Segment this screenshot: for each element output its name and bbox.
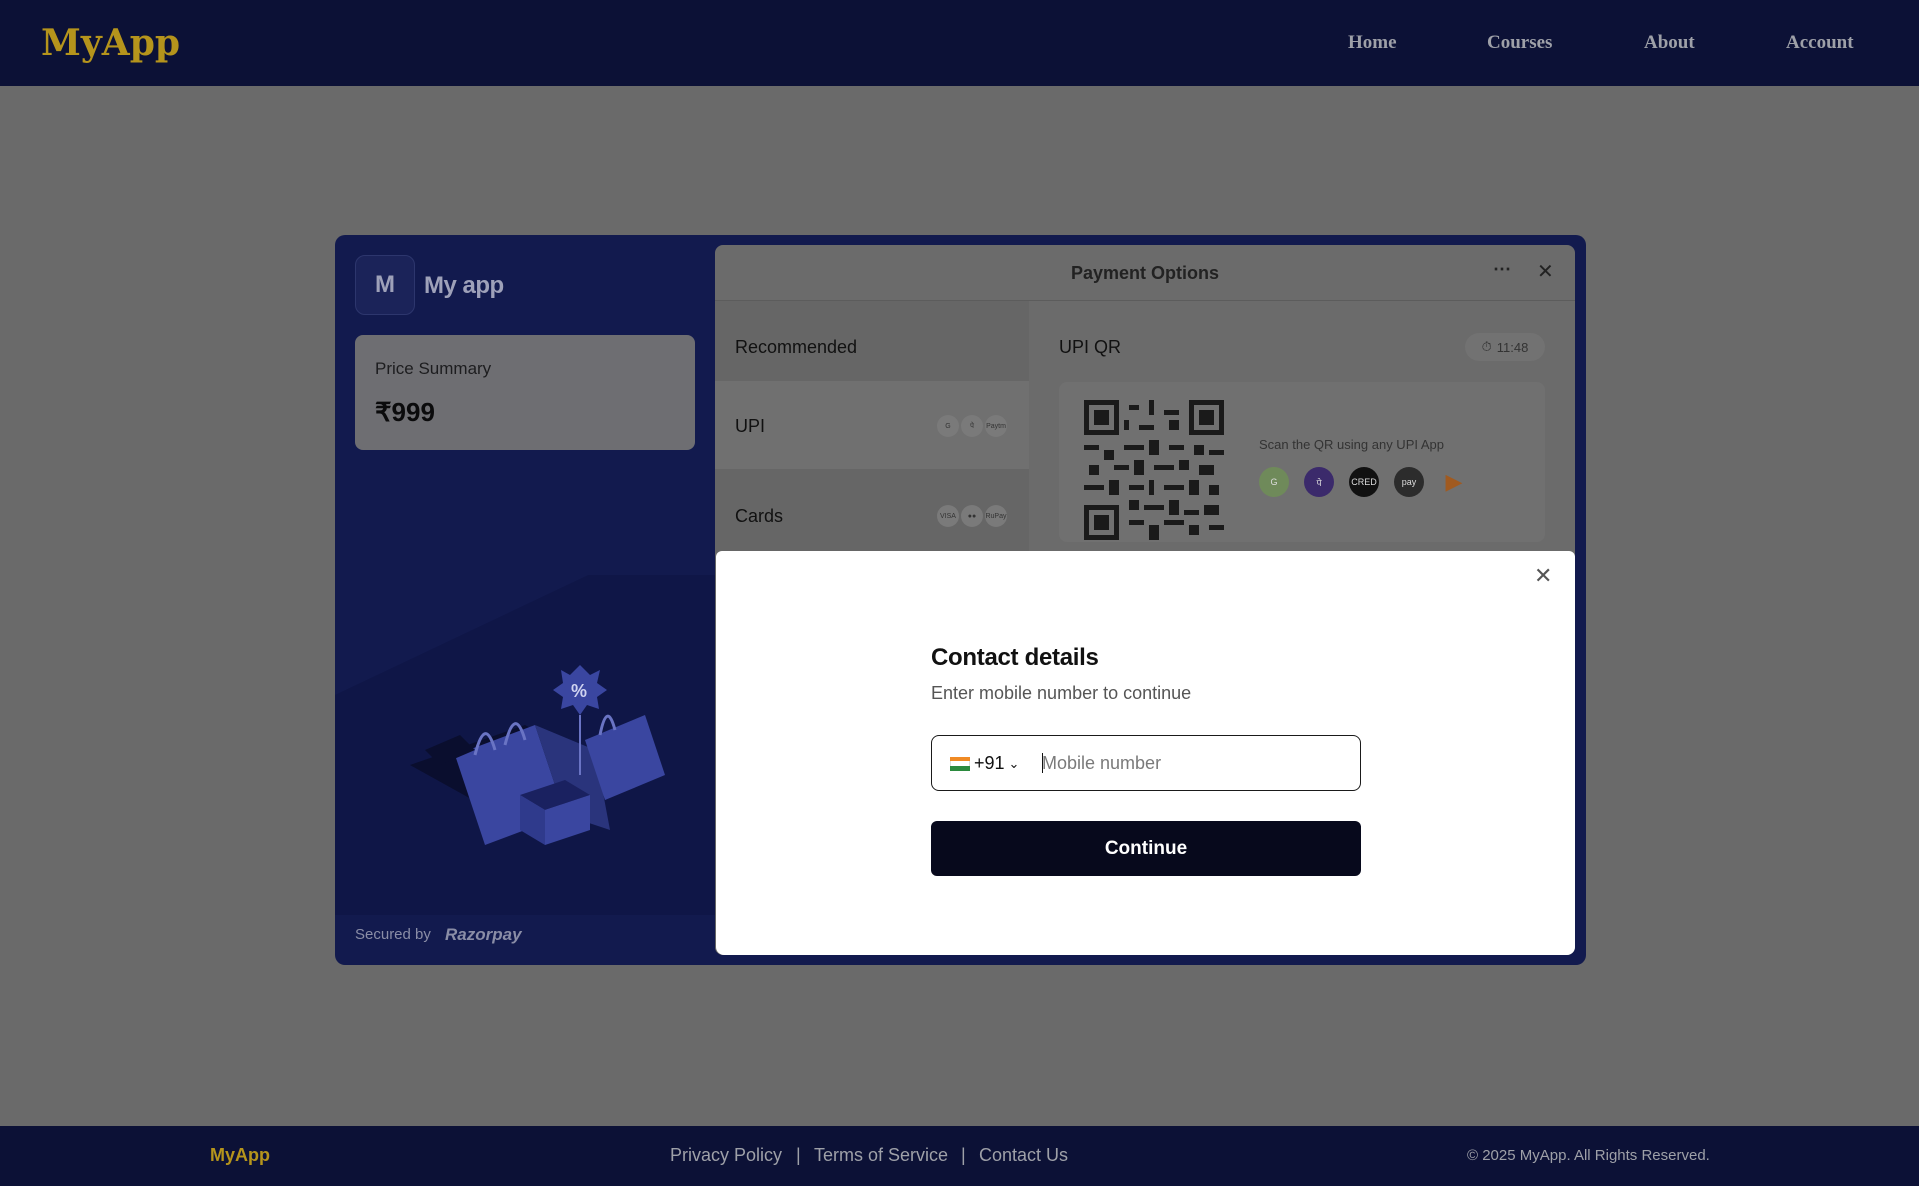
phonepe-icon: पे <box>1304 467 1334 497</box>
copyright-text: © 2025 MyApp. All Rights Reserved. <box>1467 1147 1710 1164</box>
cred-icon: CRED <box>1349 467 1379 497</box>
gpay-icon: G <box>937 415 959 437</box>
brand-logo[interactable]: MyApp <box>41 22 180 64</box>
price-summary-label: Price Summary <box>375 359 492 378</box>
terms-of-service-link[interactable]: Terms of Service <box>814 1145 948 1166</box>
amazonpay-icon: pay <box>1394 467 1424 497</box>
shopping-bags-illustration: % <box>335 575 715 915</box>
price-summary-card: Price Summary ₹999 <box>355 335 695 450</box>
contact-us-link[interactable]: Contact Us <box>979 1145 1068 1166</box>
method-upi[interactable]: UPI G पे Paytm <box>715 381 1029 469</box>
razorpay-logo: Razorpay <box>445 925 522 944</box>
scan-instruction: Scan the QR using any UPI App <box>1259 437 1444 452</box>
more-options-icon[interactable]: ⋯ <box>1493 259 1511 280</box>
method-cards-label: Cards <box>735 506 784 526</box>
top-navbar: MyApp Home Courses About Account <box>0 0 1919 86</box>
dialog-subtitle: Enter mobile number to continue <box>931 683 1192 703</box>
phonepe-icon: पे <box>961 415 983 437</box>
dialog-title: Contact details <box>931 644 1099 671</box>
country-code-selector[interactable]: +91 ⌄ <box>950 753 1019 774</box>
footer-brand[interactable]: MyApp <box>210 1145 270 1166</box>
upi-qr-label: UPI QR <box>1059 337 1122 357</box>
qr-code[interactable] <box>1084 400 1224 540</box>
continue-button[interactable]: Continue <box>931 821 1361 876</box>
merchant-name: My app <box>424 272 504 299</box>
recommended-heading: Recommended <box>735 337 858 357</box>
paytm-icon: Paytm <box>985 415 1007 437</box>
nav-home[interactable]: Home <box>1348 32 1397 54</box>
footer-separator: | <box>961 1145 966 1165</box>
method-cards[interactable]: Cards VISA ●● RuPay <box>715 471 1029 559</box>
india-flag-icon <box>950 756 970 771</box>
contact-details-dialog: ✕ Contact details Enter mobile number to… <box>716 551 1575 955</box>
merchant-avatar: M <box>355 255 415 315</box>
chevron-down-icon: ⌄ <box>1008 755 1020 771</box>
method-upi-label: UPI <box>735 416 766 436</box>
timer-value: 11:48 <box>1496 339 1529 355</box>
close-icon[interactable]: ✕ <box>1537 259 1554 284</box>
upi-app-icons: G पे Paytm <box>937 415 1007 437</box>
privacy-policy-link[interactable]: Privacy Policy <box>670 1145 782 1166</box>
visa-icon: VISA <box>937 505 959 527</box>
qr-timer: ⏱ 11:48 <box>1465 333 1545 361</box>
bhim-icon: ▶ <box>1445 469 1463 494</box>
nav-account[interactable]: Account <box>1786 32 1854 54</box>
gpay-icon: G <box>1259 467 1289 497</box>
price-amount: ₹999 <box>375 397 435 427</box>
mastercard-icon: ●● <box>961 505 983 527</box>
footer-separator: | <box>796 1145 801 1165</box>
timer-icon: ⏱ <box>1481 339 1492 354</box>
close-icon[interactable]: ✕ <box>1534 563 1552 589</box>
upi-app-list: G पे CRED pay ▶ <box>1259 467 1469 497</box>
country-code: +91 <box>974 753 1005 773</box>
card-network-icons: VISA ●● RuPay <box>937 505 1007 527</box>
rupay-icon: RuPay <box>985 505 1007 527</box>
upi-qr-card: Scan the QR using any UPI App G पे CRED … <box>1059 382 1545 542</box>
text-cursor <box>1042 753 1043 773</box>
nav-courses[interactable]: Courses <box>1487 32 1552 54</box>
footer: MyApp Privacy Policy | Terms of Service … <box>0 1126 1919 1186</box>
nav-about[interactable]: About <box>1644 32 1695 54</box>
secured-by-label: Secured by <box>355 926 431 943</box>
payment-options-title: Payment Options <box>1070 263 1220 283</box>
mobile-number-field[interactable]: +91 ⌄ <box>931 735 1361 791</box>
mobile-number-input[interactable] <box>1042 748 1342 778</box>
svg-text:%: % <box>571 681 587 701</box>
